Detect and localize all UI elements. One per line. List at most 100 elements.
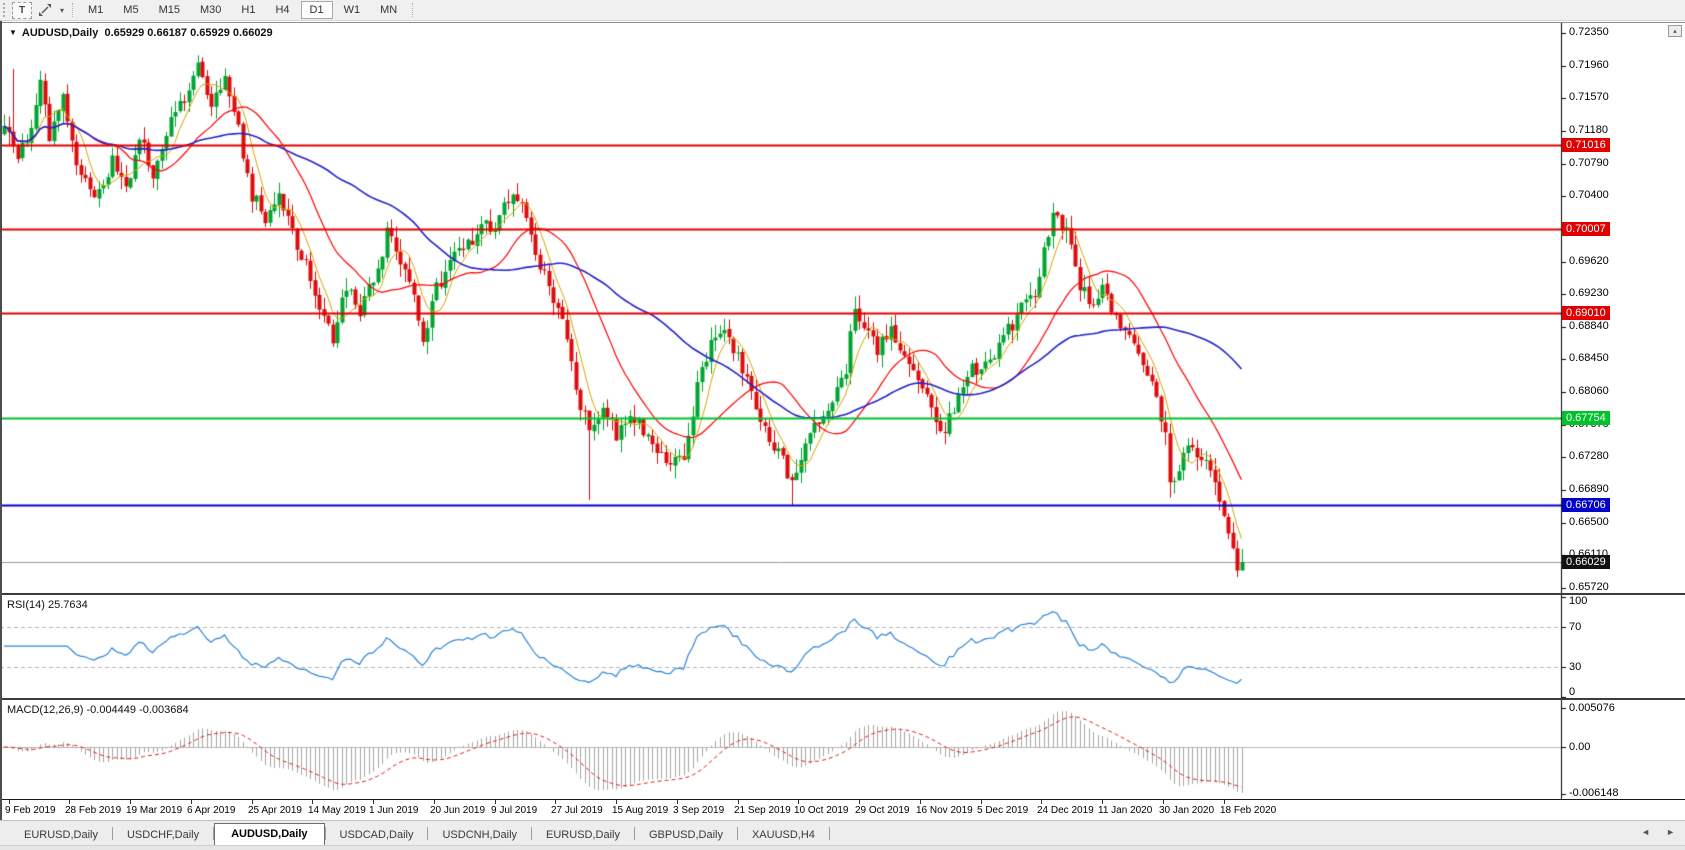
date-tick-label: 5 Dec 2019 xyxy=(977,805,1028,816)
date-tick-label: 19 Mar 2019 xyxy=(126,805,182,816)
date-tick-label: 16 Nov 2019 xyxy=(916,805,973,816)
price-chart-canvas[interactable] xyxy=(0,23,1685,593)
timeframe-button-m15[interactable]: M15 xyxy=(150,1,189,19)
chart-tab-gbpusd-daily[interactable]: GBPUSD,Daily xyxy=(635,826,737,845)
date-tick-mark xyxy=(495,800,496,804)
chart-ohlc-values: 0.65929 0.66187 0.65929 0.66029 xyxy=(104,27,272,39)
rsi-panel: RSI(14) 25.7634 10070300 xyxy=(0,593,1685,698)
date-tick-label: 25 Apr 2019 xyxy=(248,805,302,816)
macd-indicator-name: MACD(12,26,9) xyxy=(7,704,83,716)
date-tick-mark xyxy=(1102,800,1103,804)
macd-label: MACD(12,26,9) -0.004449 -0.003684 xyxy=(7,704,189,716)
price-tick-label: 0.71180 xyxy=(1569,124,1608,136)
tab-scroll-right-button[interactable]: ► xyxy=(1666,827,1675,837)
rsi-axis[interactable]: 10070300 xyxy=(1561,595,1685,698)
macd-tick-label: 0.005076 xyxy=(1569,702,1615,714)
scroll-up-button[interactable]: ▴ xyxy=(1668,25,1682,37)
tab-scroll-left-button[interactable]: ◄ xyxy=(1641,827,1650,837)
date-tick-label: 9 Jul 2019 xyxy=(491,805,537,816)
date-tick-mark xyxy=(1163,800,1164,804)
macd-axis[interactable]: 0.0050760.00-0.006148 xyxy=(1561,700,1685,799)
date-tick-mark xyxy=(738,800,739,804)
date-tick-mark xyxy=(981,800,982,804)
rsi-chart-canvas[interactable] xyxy=(0,595,1685,698)
timeframe-button-d1[interactable]: D1 xyxy=(301,1,333,19)
date-tick-mark xyxy=(130,800,131,804)
price-tick-label: 0.70790 xyxy=(1569,157,1609,169)
resistance-line-badge: 0.69010 xyxy=(1562,306,1610,320)
date-tick-label: 14 May 2019 xyxy=(308,805,366,816)
toolbar-drag-handle[interactable] xyxy=(3,3,7,17)
status-strip xyxy=(0,845,1685,850)
price-panel: ▼ AUDUSD,Daily 0.65929 0.66187 0.65929 0.… xyxy=(0,22,1685,593)
price-tick-label: 0.71570 xyxy=(1569,91,1609,103)
chart-tab-eurusd-daily[interactable]: EURUSD,Daily xyxy=(532,826,634,845)
chart-symbol: AUDUSD,Daily xyxy=(22,27,98,39)
date-tick-label: 24 Dec 2019 xyxy=(1037,805,1094,816)
rsi-indicator-value: 25.7634 xyxy=(48,599,88,611)
chart-tab-audusd-daily[interactable]: AUDUSD,Daily xyxy=(214,823,324,845)
price-tick-label: 0.68840 xyxy=(1569,320,1609,332)
price-tick-label: 0.69620 xyxy=(1569,255,1609,267)
date-tick-label: 11 Jan 2020 xyxy=(1098,805,1152,816)
date-tick-mark xyxy=(252,800,253,804)
date-tick-label: 28 Feb 2019 xyxy=(65,805,121,816)
tab-scroll-arrows: ◄ ► xyxy=(1641,827,1675,837)
chart-tab-bar: EURUSD,DailyUSDCHF,DailyAUDUSD,DailyUSDC… xyxy=(0,820,1685,845)
chart-window-left-border xyxy=(0,21,2,820)
resistance-line-badge: 0.71016 xyxy=(1562,138,1610,152)
diagonal-arrows-icon xyxy=(38,3,52,17)
chart-tab-xauusd-h4[interactable]: XAUUSD,H4 xyxy=(738,826,829,845)
symbol-dropdown-icon[interactable]: ▼ xyxy=(9,28,17,37)
tab-separator xyxy=(829,827,830,840)
cursor-tool-button[interactable] xyxy=(34,2,56,19)
current-price-badge: 0.66029 xyxy=(1562,555,1610,569)
timeframe-button-m30[interactable]: M30 xyxy=(191,1,230,19)
date-tick-label: 29 Oct 2019 xyxy=(855,805,909,816)
timeframe-button-h4[interactable]: H4 xyxy=(266,1,298,19)
chart-tab-eurusd-daily[interactable]: EURUSD,Daily xyxy=(10,826,112,845)
chart-tab-usdchf-daily[interactable]: USDCHF,Daily xyxy=(113,826,213,845)
price-tick-label: 0.68060 xyxy=(1569,385,1609,397)
date-tick-label: 18 Feb 2020 xyxy=(1220,805,1276,816)
date-tick-mark xyxy=(677,800,678,804)
date-axis[interactable]: 9 Feb 2019 28 Feb 2019 19 Mar 2019 6 Apr 20… xyxy=(0,799,1685,820)
date-tick-mark xyxy=(859,800,860,804)
timeframe-button-m1[interactable]: M1 xyxy=(79,1,112,19)
date-tick-label: 6 Apr 2019 xyxy=(187,805,235,816)
date-tick-label: 15 Aug 2019 xyxy=(612,805,668,816)
timeframe-button-mn[interactable]: MN xyxy=(371,1,406,19)
support-line-badge: 0.66706 xyxy=(1562,498,1610,512)
macd-tick-label: 0.00 xyxy=(1569,741,1590,753)
price-tick-label: 0.68450 xyxy=(1569,352,1609,364)
macd-chart-canvas[interactable] xyxy=(0,700,1685,799)
rsi-tick-label: 30 xyxy=(1569,661,1581,673)
date-tick-mark xyxy=(798,800,799,804)
rsi-tick-label: 0 xyxy=(1569,686,1575,698)
timeframe-button-m5[interactable]: M5 xyxy=(114,1,147,19)
toolbar-separator-2 xyxy=(412,3,413,17)
chart-tab-usdcnh-daily[interactable]: USDCNH,Daily xyxy=(428,826,531,845)
resistance-line-badge: 0.70007 xyxy=(1562,222,1610,236)
date-tick-mark xyxy=(9,800,10,804)
date-tick-label: 9 Feb 2019 xyxy=(5,805,56,816)
date-tick-label: 21 Sep 2019 xyxy=(734,805,791,816)
text-tool-button[interactable]: T xyxy=(12,2,32,19)
macd-panel: MACD(12,26,9) -0.004449 -0.003684 0.0050… xyxy=(0,698,1685,799)
price-tick-label: 0.67280 xyxy=(1569,450,1609,462)
date-tick-mark xyxy=(373,800,374,804)
rsi-indicator-name: RSI(14) xyxy=(7,599,45,611)
date-tick-mark xyxy=(555,800,556,804)
top-toolbar: T ▾ M1M5M15M30H1H4D1W1MN xyxy=(0,0,1685,21)
tool-dropdown-caret[interactable]: ▾ xyxy=(57,6,67,15)
date-tick-mark xyxy=(312,800,313,804)
rsi-tick-label: 70 xyxy=(1569,621,1581,633)
chart-tab-usdcad-daily[interactable]: USDCAD,Daily xyxy=(326,826,428,845)
macd-indicator-values: -0.004449 -0.003684 xyxy=(86,704,188,716)
price-tick-label: 0.72350 xyxy=(1569,26,1609,38)
timeframe-button-w1[interactable]: W1 xyxy=(335,1,370,19)
date-tick-mark xyxy=(69,800,70,804)
price-tick-label: 0.66500 xyxy=(1569,516,1609,528)
timeframe-button-h1[interactable]: H1 xyxy=(232,1,264,19)
price-tick-label: 0.71960 xyxy=(1569,59,1609,71)
